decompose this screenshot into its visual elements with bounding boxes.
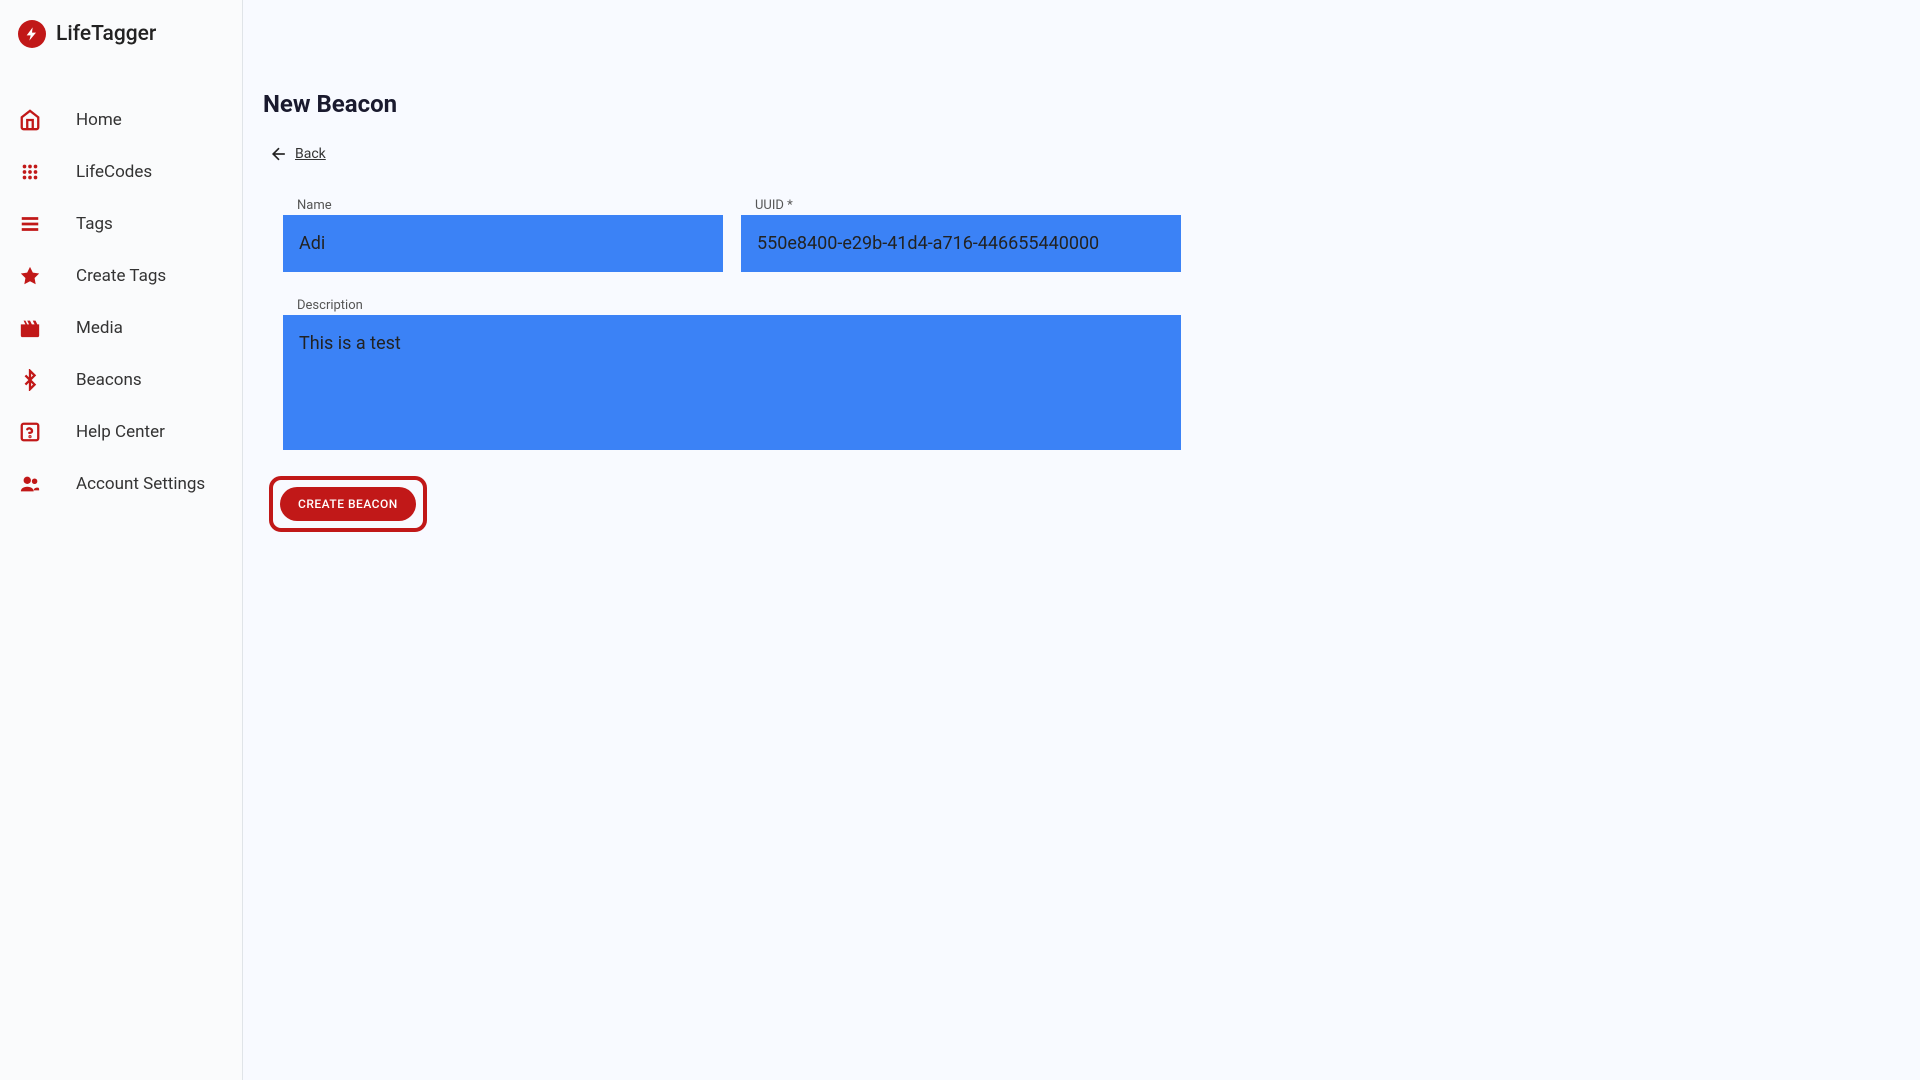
sidebar-item-beacons[interactable]: Beacons bbox=[0, 354, 242, 406]
bluetooth-icon bbox=[18, 368, 42, 392]
name-label: Name bbox=[297, 198, 723, 213]
back-link[interactable]: Back bbox=[269, 144, 1920, 164]
brand-name: LifeTagger bbox=[56, 22, 156, 46]
sidebar-item-lifecodes[interactable]: LifeCodes bbox=[0, 146, 242, 198]
form-row-1: Name UUID * bbox=[283, 198, 1920, 272]
menu-icon bbox=[18, 212, 42, 236]
description-field-group: Description This is a test bbox=[283, 298, 1181, 450]
star-icon bbox=[18, 264, 42, 288]
home-icon bbox=[18, 108, 42, 132]
people-icon bbox=[18, 472, 42, 496]
form-row-2: Description This is a test bbox=[283, 298, 1920, 450]
sidebar-item-label: Account Settings bbox=[76, 474, 205, 494]
help-icon bbox=[18, 420, 42, 444]
back-text: Back bbox=[295, 146, 326, 162]
description-textarea[interactable]: This is a test bbox=[283, 315, 1181, 450]
description-label: Description bbox=[297, 298, 1181, 313]
logo-icon bbox=[18, 20, 46, 48]
sidebar-item-media[interactable]: Media bbox=[0, 302, 242, 354]
nav-list: Home LifeCodes Tags bbox=[0, 68, 242, 510]
sidebar-item-label: Tags bbox=[76, 214, 113, 234]
sidebar-item-account-settings[interactable]: Account Settings bbox=[0, 458, 242, 510]
submit-button-highlight: CREATE BEACON bbox=[269, 476, 427, 532]
sidebar-item-home[interactable]: Home bbox=[0, 94, 242, 146]
sidebar-item-label: Home bbox=[76, 110, 122, 130]
name-input[interactable] bbox=[283, 215, 723, 272]
dots-icon bbox=[18, 160, 42, 184]
name-field-group: Name bbox=[283, 198, 723, 272]
sidebar-item-label: LifeCodes bbox=[76, 162, 152, 182]
sidebar-item-label: Media bbox=[76, 318, 123, 338]
uuid-field-group: UUID * bbox=[741, 198, 1181, 272]
arrow-left-icon bbox=[269, 144, 289, 164]
uuid-input[interactable] bbox=[741, 215, 1181, 272]
uuid-label: UUID * bbox=[755, 198, 1181, 213]
sidebar: LifeTagger Home LifeCodes bbox=[0, 0, 243, 1080]
form-container: Name UUID * Description This is a test C… bbox=[263, 198, 1920, 532]
sidebar-item-label: Beacons bbox=[76, 370, 142, 390]
page-title: New Beacon bbox=[263, 90, 1920, 118]
create-beacon-button[interactable]: CREATE BEACON bbox=[280, 487, 416, 521]
sidebar-item-help-center[interactable]: Help Center bbox=[0, 406, 242, 458]
sidebar-item-create-tags[interactable]: Create Tags bbox=[0, 250, 242, 302]
sidebar-item-tags[interactable]: Tags bbox=[0, 198, 242, 250]
movie-icon bbox=[18, 316, 42, 340]
logo-section: LifeTagger bbox=[0, 12, 242, 68]
sidebar-item-label: Help Center bbox=[76, 422, 165, 442]
main-content: New Beacon Back Name UUID * D bbox=[243, 0, 1920, 1080]
content-header: New Beacon Back Name UUID * D bbox=[243, 0, 1920, 532]
sidebar-item-label: Create Tags bbox=[76, 266, 166, 286]
